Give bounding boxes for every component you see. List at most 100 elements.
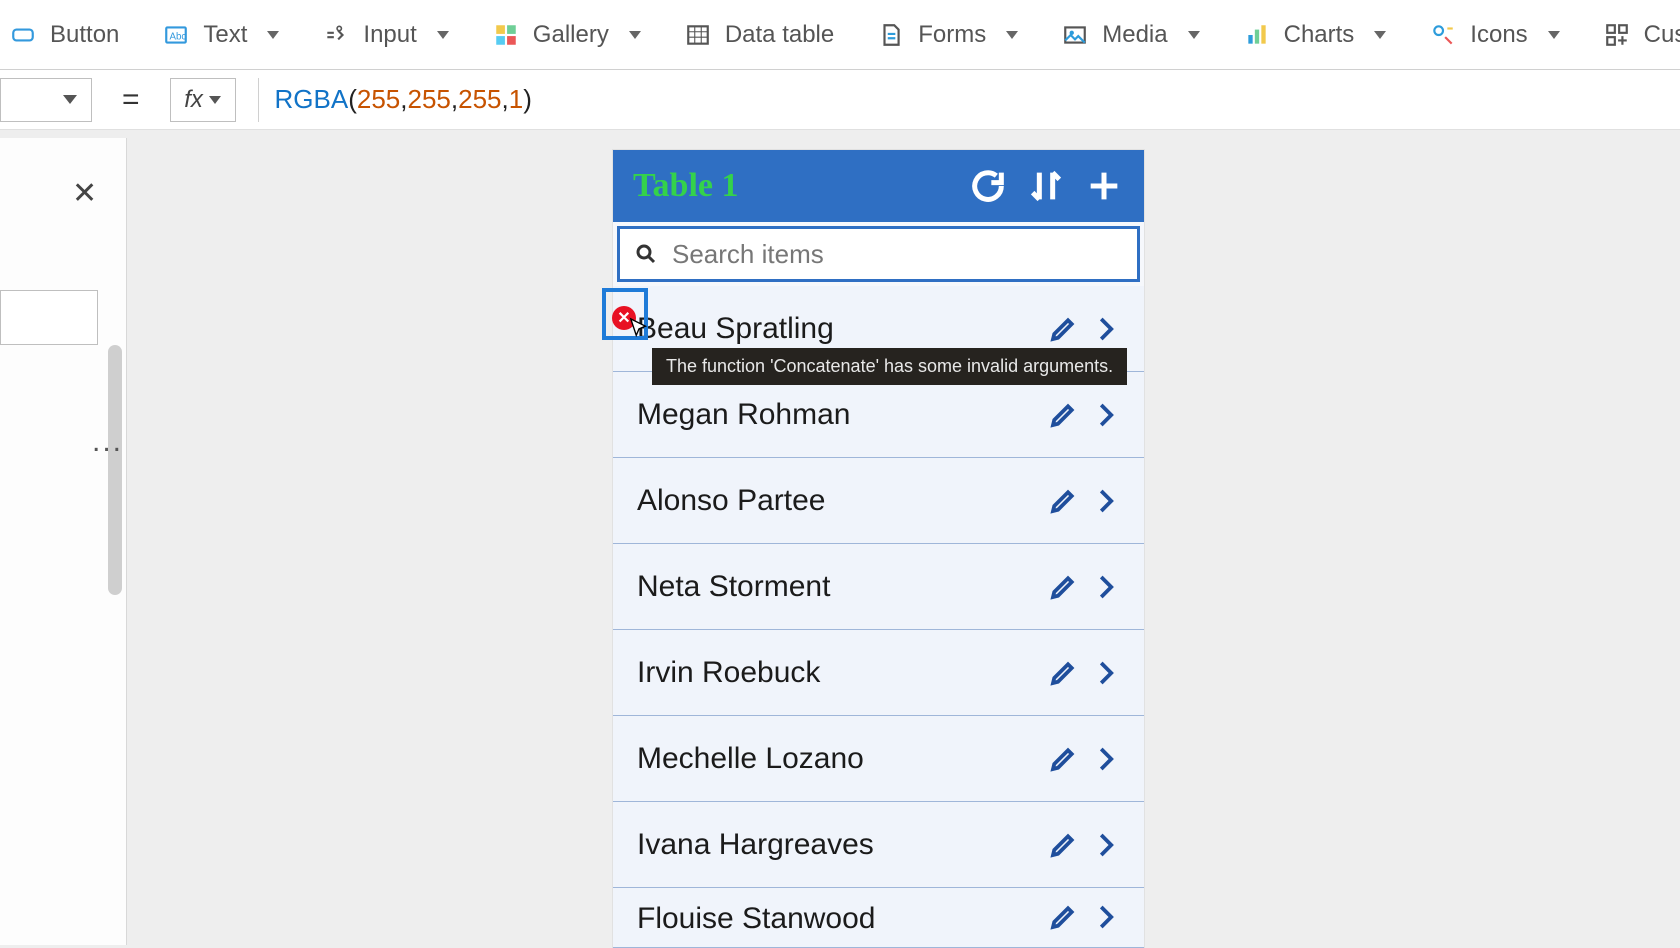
property-selector[interactable]: [0, 78, 92, 122]
formula-input[interactable]: RGBA(255, 255, 255, 1): [258, 78, 1680, 122]
pencil-icon: [1048, 658, 1078, 688]
pencil-icon: [1048, 572, 1078, 602]
list-item[interactable]: Ivana Hargreaves: [613, 802, 1144, 888]
edit-button[interactable]: [1042, 744, 1084, 774]
error-badge[interactable]: ✕: [612, 306, 636, 330]
chevron-down-icon: [1548, 31, 1560, 39]
list-item[interactable]: Neta Storment: [613, 544, 1144, 630]
pencil-icon: [1048, 400, 1078, 430]
refresh-button[interactable]: [968, 166, 1008, 206]
chevron-right-icon: [1090, 830, 1120, 860]
chevron-right-icon: [1090, 572, 1120, 602]
edit-button[interactable]: [1042, 400, 1084, 430]
chevron-right-icon: [1090, 902, 1120, 932]
list-item[interactable]: Alonso Partee: [613, 458, 1144, 544]
input-icon: [323, 22, 349, 48]
edit-button[interactable]: [1042, 658, 1084, 688]
tree-item-overflow[interactable]: ...: [92, 425, 123, 459]
list-item-name: Irvin Roebuck: [637, 656, 1042, 690]
edit-button[interactable]: [1042, 572, 1084, 602]
chevron-down-icon: [1374, 31, 1386, 39]
app-title: Table 1: [633, 167, 950, 205]
ribbon-text[interactable]: Abc Text: [163, 21, 279, 49]
list-item-name: Flouise Stanwood: [637, 902, 1042, 936]
list-item-name: Ivana Hargreaves: [637, 828, 1042, 862]
tree-scrollbar[interactable]: [108, 345, 122, 595]
formula-token-fn: RGBA: [275, 84, 349, 115]
insert-ribbon: Button Abc Text Input Gallery Data table…: [0, 0, 1680, 70]
edit-button[interactable]: [1042, 830, 1084, 860]
svg-text:Abc: Abc: [170, 31, 187, 42]
ribbon-input-label: Input: [363, 21, 416, 49]
search-input[interactable]: [672, 239, 1123, 270]
list-item-name: Beau Spratling: [637, 312, 1042, 346]
close-panel-button[interactable]: ✕: [72, 176, 97, 211]
chevron-right-icon: [1090, 744, 1120, 774]
list-item[interactable]: Mechelle Lozano: [613, 716, 1144, 802]
open-button[interactable]: [1084, 830, 1126, 860]
list-item[interactable]: Irvin Roebuck: [613, 630, 1144, 716]
ribbon-input[interactable]: Input: [323, 21, 448, 49]
list-item[interactable]: Flouise Stanwood: [613, 888, 1144, 948]
ribbon-custom[interactable]: Custo: [1604, 21, 1680, 49]
ribbon-media[interactable]: Media: [1062, 21, 1199, 49]
plus-icon: [1084, 166, 1124, 206]
error-tooltip: The function 'Concatenate' has some inva…: [652, 348, 1127, 385]
media-icon: [1062, 22, 1088, 48]
edit-button[interactable]: [1042, 902, 1084, 932]
ribbon-icons-label: Icons: [1470, 21, 1527, 49]
list-item-name: Mechelle Lozano: [637, 742, 1042, 776]
add-button[interactable]: [1084, 166, 1124, 206]
ribbon-custom-label: Custo: [1644, 21, 1680, 49]
formula-bar: = fx RGBA(255, 255, 255, 1): [0, 70, 1680, 130]
refresh-icon: [968, 166, 1008, 206]
search-icon: [634, 242, 658, 266]
ribbon-charts[interactable]: Charts: [1244, 21, 1387, 49]
ribbon-datatable[interactable]: Data table: [685, 21, 834, 49]
ribbon-media-label: Media: [1102, 21, 1167, 49]
chevron-down-icon: [63, 95, 77, 104]
chevron-down-icon: [267, 31, 279, 39]
pencil-icon: [1048, 314, 1078, 344]
open-button[interactable]: [1084, 486, 1126, 516]
chevron-right-icon: [1090, 400, 1120, 430]
ribbon-datatable-label: Data table: [725, 21, 834, 49]
edit-button[interactable]: [1042, 486, 1084, 516]
list-item-name: Neta Storment: [637, 570, 1042, 604]
open-button[interactable]: [1084, 314, 1126, 344]
open-button[interactable]: [1084, 572, 1126, 602]
open-button[interactable]: [1084, 400, 1126, 430]
app-preview: Table 1 Beau Spratling Megan Rohman Alon…: [613, 150, 1144, 948]
ribbon-text-label: Text: [203, 21, 247, 49]
custom-icon: [1604, 22, 1630, 48]
forms-icon: [878, 22, 904, 48]
ribbon-forms[interactable]: Forms: [878, 21, 1018, 49]
tree-search-input[interactable]: [0, 290, 98, 345]
fx-button[interactable]: fx: [170, 78, 236, 122]
button-icon: [10, 22, 36, 48]
ribbon-forms-label: Forms: [918, 21, 986, 49]
ribbon-gallery[interactable]: Gallery: [493, 21, 641, 49]
search-box[interactable]: [617, 226, 1140, 282]
pencil-icon: [1048, 830, 1078, 860]
app-header: Table 1: [613, 150, 1144, 222]
pencil-icon: [1048, 744, 1078, 774]
open-button[interactable]: [1084, 902, 1126, 932]
chevron-right-icon: [1090, 658, 1120, 688]
ribbon-button[interactable]: Button: [0, 21, 119, 49]
gallery-icon: [493, 22, 519, 48]
sort-button[interactable]: [1026, 166, 1066, 206]
chevron-right-icon: [1090, 486, 1120, 516]
charts-icon: [1244, 22, 1270, 48]
list-item-name: Alonso Partee: [637, 484, 1042, 518]
list-item-name: Megan Rohman: [637, 398, 1042, 432]
pencil-icon: [1048, 486, 1078, 516]
open-button[interactable]: [1084, 744, 1126, 774]
chevron-down-icon: [209, 96, 221, 104]
sort-icon: [1026, 166, 1066, 206]
edit-button[interactable]: [1042, 314, 1084, 344]
ribbon-icons[interactable]: Icons: [1430, 21, 1559, 49]
pencil-icon: [1048, 902, 1078, 932]
chevron-down-icon: [437, 31, 449, 39]
open-button[interactable]: [1084, 658, 1126, 688]
